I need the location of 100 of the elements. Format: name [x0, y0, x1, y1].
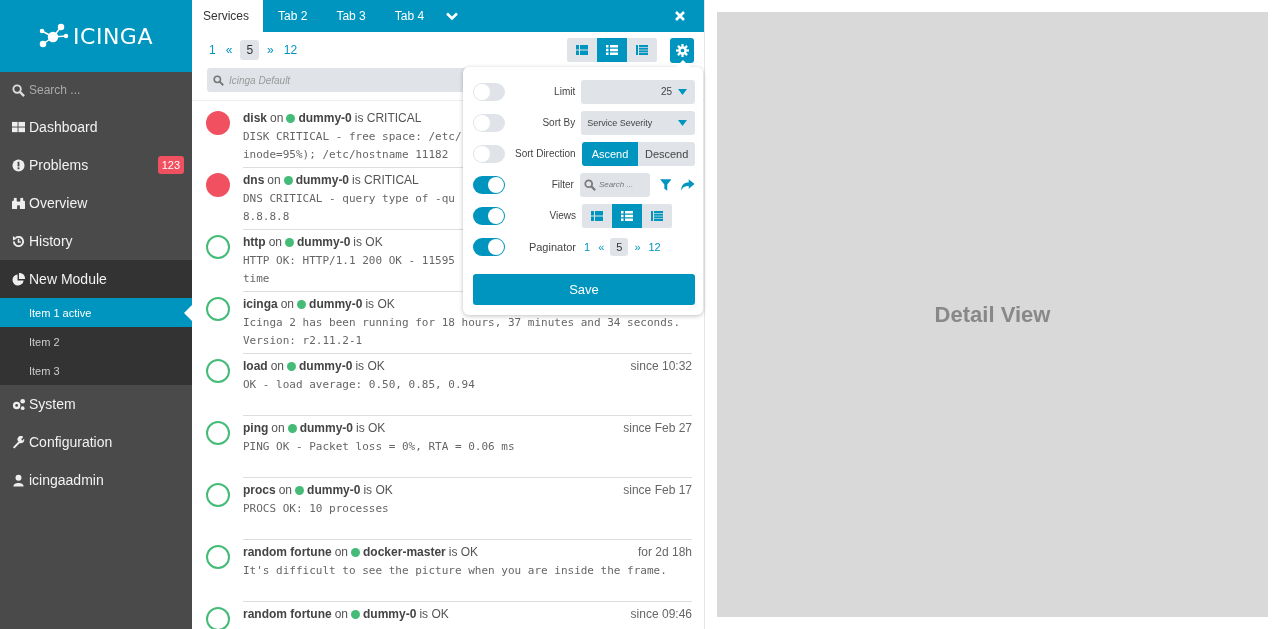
page-link[interactable]: 12: [281, 43, 300, 57]
page-link[interactable]: 12: [646, 240, 663, 253]
toggle-switch[interactable]: [473, 237, 505, 256]
setting-label: Paginator: [527, 240, 576, 253]
default-view-button[interactable]: [612, 203, 642, 228]
binoculars-icon: [12, 196, 25, 210]
subnav-item[interactable]: Item 3: [0, 356, 192, 385]
nav-item[interactable]: System: [0, 385, 192, 423]
setting-label: Filter: [550, 179, 574, 190]
search-field[interactable]: Search ...: [12, 82, 169, 98]
nav-item[interactable]: Dashboard: [0, 108, 192, 146]
host-name[interactable]: docker-master: [363, 545, 446, 559]
toggle-switch[interactable]: [473, 82, 505, 101]
plugin-output: time: [243, 272, 270, 285]
service-name[interactable]: load: [243, 359, 268, 373]
list-icon: [636, 45, 648, 55]
host-name[interactable]: dummy-0: [309, 297, 363, 311]
sort-direction-option[interactable]: Descend: [638, 141, 695, 166]
search-field[interactable]: Search ...: [579, 172, 650, 197]
previous-page-link[interactable]: «: [596, 240, 607, 253]
pie-icon: [12, 272, 25, 286]
toggle-switch[interactable]: [473, 113, 505, 132]
nav-item[interactable]: Problems 123: [0, 146, 192, 184]
toggle-switch[interactable]: [473, 144, 505, 163]
next-page-link[interactable]: »: [265, 43, 276, 57]
plugin-output: DISK CRITICAL - free space: /etc/: [243, 130, 462, 143]
filter-icon[interactable]: [659, 178, 672, 191]
setting-label: Sort By: [541, 117, 576, 128]
service-name[interactable]: http: [243, 235, 266, 249]
previous-page-link[interactable]: «: [223, 43, 235, 57]
host-name[interactable]: dummy-0: [307, 483, 361, 497]
host-name[interactable]: dummy-0: [297, 235, 351, 249]
nav-item[interactable]: New Module: [0, 260, 192, 298]
host-status-dot-icon: [286, 113, 296, 123]
status-text: is CRITICAL: [354, 111, 422, 125]
share-icon[interactable]: [681, 178, 695, 191]
toggle-switch[interactable]: [473, 175, 505, 194]
alert-icon: [12, 158, 25, 172]
connector-text: on: [334, 545, 349, 559]
host-name[interactable]: dummy-0: [298, 111, 352, 125]
toggle-switch[interactable]: [473, 206, 505, 225]
service-name[interactable]: disk: [243, 111, 267, 125]
host-name[interactable]: dummy-0: [363, 607, 417, 621]
connector-text: on: [271, 421, 285, 435]
list-icon: [621, 210, 633, 221]
close-icon[interactable]: [675, 11, 685, 21]
settings-button[interactable]: [670, 37, 694, 63]
next-page-link[interactable]: »: [632, 240, 643, 253]
service-name[interactable]: random fortune: [243, 607, 332, 621]
host-name[interactable]: dummy-0: [299, 359, 353, 373]
nav-item[interactable]: Configuration: [0, 423, 192, 461]
select-dropdown[interactable]: 25: [581, 79, 695, 104]
service-name[interactable]: procs: [243, 483, 276, 497]
timestamp: since Feb 17: [623, 483, 692, 497]
host-status-dot-icon: [351, 609, 361, 619]
nav-item[interactable]: Overview: [0, 184, 192, 222]
setting-label: Sort Direction: [514, 148, 576, 159]
count-badge: 123: [157, 156, 184, 174]
select-dropdown[interactable]: Service Severity: [581, 110, 695, 135]
detail-title: Detail View: [934, 301, 1051, 328]
plugin-output: 8.8.8.8: [243, 210, 290, 223]
page-link[interactable]: 1: [582, 240, 593, 253]
host-status-dot-icon: [287, 361, 297, 371]
plugin-output: DNS CRITICAL - query type of -qu: [243, 192, 455, 205]
plugin-output: PROCS OK: 10 processes: [243, 502, 389, 515]
host-status-dot-icon: [283, 175, 293, 185]
host-name[interactable]: dummy-0: [299, 421, 354, 435]
gears-icon: [12, 397, 25, 411]
plugin-output: Icinga 2 has been running for 18 hours, 37 minutes and 34 seconds.: [243, 316, 681, 329]
status-text: is OK: [355, 359, 385, 373]
list-icon: [591, 210, 603, 221]
host-status-dot-icon: [287, 423, 297, 433]
plugin-output: OK - load average: 0.50, 0.85, 0.94: [243, 378, 475, 391]
service-name[interactable]: dns: [243, 173, 265, 187]
current-page: 5: [610, 237, 629, 256]
host-status-dot-icon: [351, 547, 361, 557]
service-name[interactable]: random fortune: [243, 545, 332, 559]
history-icon: [12, 234, 25, 248]
subnav-item[interactable]: Item 2: [0, 327, 192, 356]
connector-text: on: [278, 483, 293, 497]
nav-item[interactable]: History: [0, 222, 192, 260]
connector-text: on: [270, 111, 284, 125]
host-status-dot-icon: [295, 485, 305, 495]
tab[interactable]: Services: [192, 0, 263, 32]
host-name[interactable]: dummy-0: [295, 173, 350, 187]
timestamp: for 2d 18h: [637, 545, 692, 559]
list-icon: [576, 45, 588, 55]
nav-item[interactable]: icingaadmin: [0, 461, 192, 499]
chevron-down-icon[interactable]: [446, 11, 459, 21]
timestamp: since 09:46: [630, 607, 692, 621]
host-status-dot-icon: [285, 237, 294, 247]
plugin-output: Version: r2.11.2-1: [243, 334, 363, 347]
current-page: 5: [240, 40, 260, 60]
status-text: is CRITICAL: [352, 173, 419, 187]
settings-icon: [675, 43, 689, 57]
service-name[interactable]: icinga: [243, 297, 278, 311]
default-view-button[interactable]: [597, 38, 627, 62]
page-link[interactable]: 1: [207, 43, 218, 57]
service-name[interactable]: ping: [243, 421, 269, 435]
wrench-icon: [12, 435, 25, 449]
